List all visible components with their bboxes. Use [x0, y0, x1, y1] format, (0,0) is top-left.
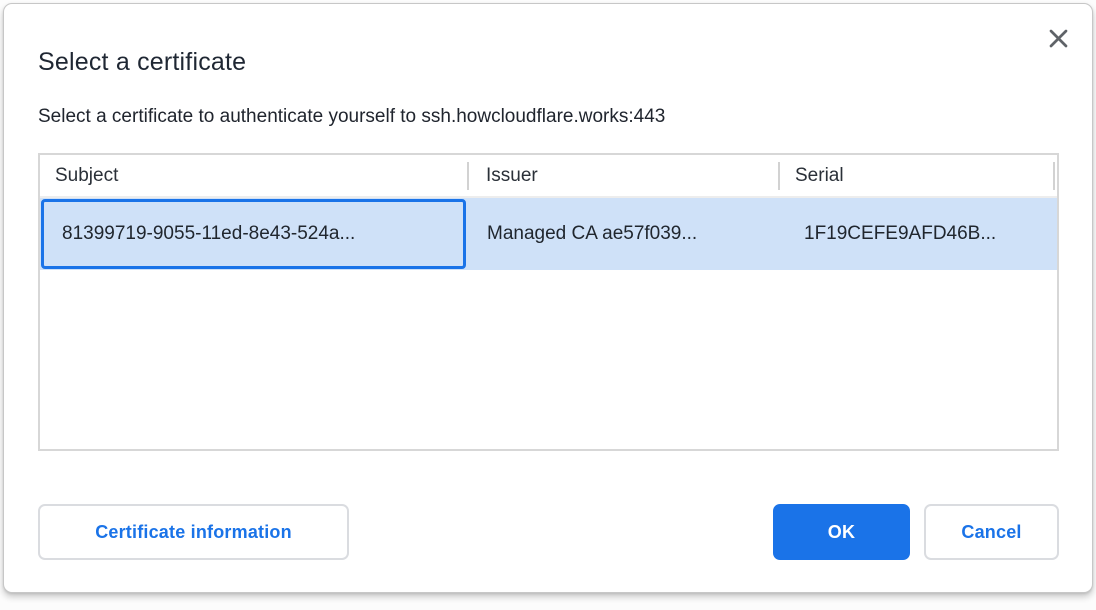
column-header-serial[interactable]: Serial — [778, 155, 1053, 196]
cancel-button[interactable]: Cancel — [924, 504, 1059, 560]
certificate-information-button[interactable]: Certificate information — [38, 504, 349, 560]
dialog-subtitle: Select a certificate to authenticate you… — [38, 106, 665, 128]
cell-subject[interactable]: 81399719-9055-11ed-8e43-524a... — [40, 198, 467, 270]
table-header-row: Subject Issuer Serial — [40, 155, 1057, 198]
dialog-title: Select a certificate — [38, 48, 246, 77]
cell-subject-value: 81399719-9055-11ed-8e43-524a... — [62, 223, 355, 245]
column-header-gutter — [1053, 155, 1057, 196]
ok-button[interactable]: OK — [773, 504, 910, 560]
column-header-issuer[interactable]: Issuer — [467, 155, 778, 196]
close-button[interactable] — [1042, 22, 1074, 54]
certificate-select-dialog: Select a certificate Select a certificat… — [3, 3, 1093, 593]
cell-serial[interactable]: 1F19CEFE9AFD46B... — [778, 198, 1053, 270]
column-header-subject-label: Subject — [55, 165, 118, 187]
column-header-serial-label: Serial — [795, 165, 844, 187]
column-header-issuer-label: Issuer — [486, 165, 538, 187]
certificate-table: Subject Issuer Serial 81399719-9055-11ed… — [38, 153, 1059, 451]
cell-serial-value: 1F19CEFE9AFD46B... — [804, 223, 996, 245]
column-header-subject[interactable]: Subject — [40, 155, 467, 196]
cell-issuer[interactable]: Managed CA ae57f039... — [467, 198, 778, 270]
certificate-row-selected[interactable]: 81399719-9055-11ed-8e43-524a... Managed … — [40, 198, 1057, 270]
close-icon — [1048, 28, 1069, 49]
cell-issuer-value: Managed CA ae57f039... — [487, 223, 697, 245]
